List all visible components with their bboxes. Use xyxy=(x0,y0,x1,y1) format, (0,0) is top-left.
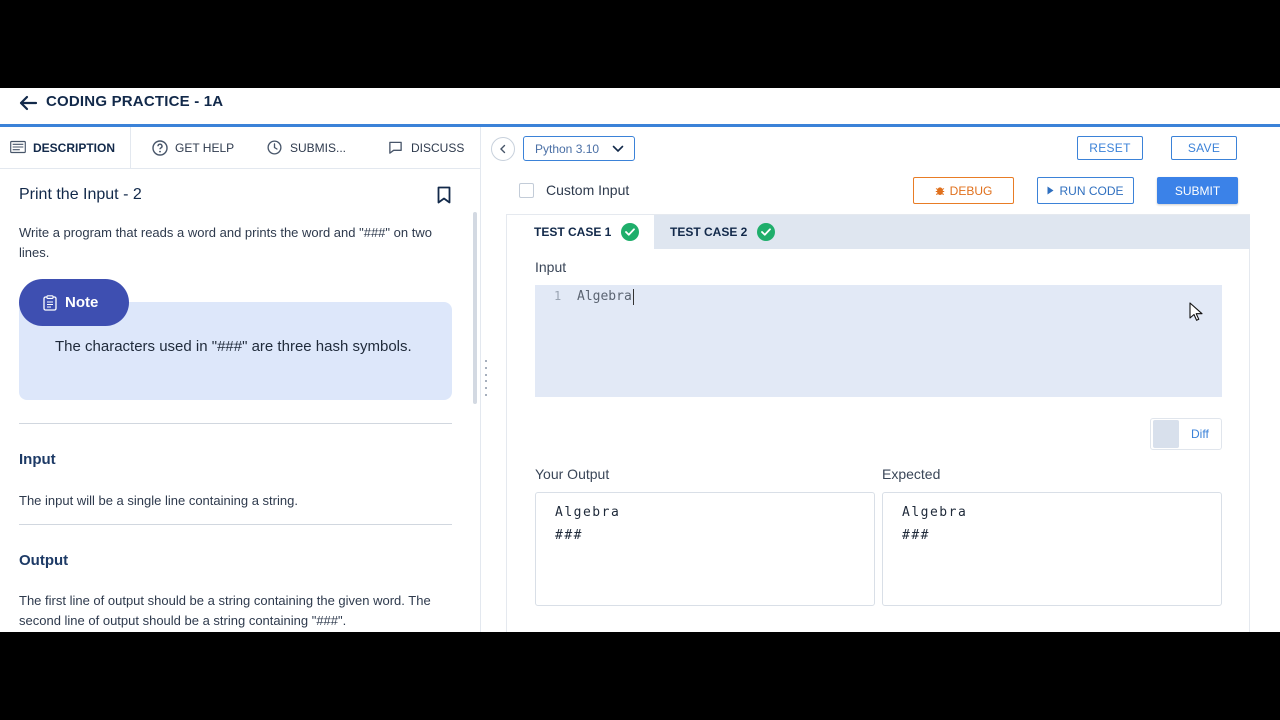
test-input-value[interactable]: Algebra xyxy=(577,289,634,305)
language-value: Python 3.10 xyxy=(535,141,600,156)
check-circle-icon xyxy=(621,223,640,241)
tab-discuss-label: DISCUSS xyxy=(411,141,465,155)
your-output-label: Your Output xyxy=(535,466,610,482)
chevron-down-icon xyxy=(612,145,624,153)
expected-output-box: Algebra ### xyxy=(882,492,1222,606)
language-select[interactable]: Python 3.10 xyxy=(523,136,635,161)
test-case-2-label: TEST CASE 2 xyxy=(670,225,748,239)
test-case-panel: TEST CASE 1 TEST CASE 2 Input 1 Algebra … xyxy=(506,214,1250,632)
diff-switch[interactable] xyxy=(1153,420,1179,448)
note-badge: Note xyxy=(19,279,129,326)
diff-toggle[interactable]: Diff xyxy=(1150,418,1222,450)
input-description: The input will be a single line containi… xyxy=(19,493,298,508)
coding-practice-app: CODING PRACTICE - 1A DESCRIPTION GET HEL… xyxy=(0,88,1280,632)
description-content: Print the Input - 2 Write a program that… xyxy=(0,170,470,632)
section-divider xyxy=(19,423,452,424)
bug-icon xyxy=(935,185,945,196)
check-circle-icon xyxy=(757,223,776,241)
tab-separator xyxy=(130,127,131,169)
question-description: Write a program that reads a word and pr… xyxy=(19,225,432,260)
tab-discuss[interactable]: DISCUSS xyxy=(388,127,464,169)
tab-get-help-label: GET HELP xyxy=(175,141,235,155)
back-arrow-icon[interactable] xyxy=(18,94,38,112)
clock-icon xyxy=(267,140,283,156)
mouse-cursor-icon xyxy=(1189,302,1203,321)
chat-icon xyxy=(388,140,404,156)
top-bar: CODING PRACTICE - 1A xyxy=(0,88,1280,124)
collapse-panel-button[interactable] xyxy=(491,137,515,161)
tab-description-label: DESCRIPTION xyxy=(33,141,116,155)
clipboard-icon xyxy=(43,294,57,311)
panel-resize-handle[interactable] xyxy=(484,360,488,396)
test-case-tabs: TEST CASE 1 TEST CASE 2 xyxy=(507,215,1250,249)
tab-submissions-label: SUBMIS... xyxy=(290,141,347,155)
tab-submissions[interactable]: SUBMIS... xyxy=(267,127,346,169)
submit-button[interactable]: SUBMIT xyxy=(1157,177,1238,204)
panel-tabs: DESCRIPTION GET HELP SUBMIS... DISCUSS xyxy=(0,127,480,169)
description-scrollbar[interactable] xyxy=(473,212,477,404)
question-title: Print the Input - 2 xyxy=(19,186,142,203)
note-label: Note xyxy=(65,294,99,311)
test-input-editor[interactable]: 1 Algebra xyxy=(535,285,1222,397)
custom-input-checkbox[interactable] xyxy=(519,182,534,198)
your-output-box: Algebra ### xyxy=(535,492,875,606)
description-icon xyxy=(10,140,26,156)
output-description: The first line of output should be a str… xyxy=(19,593,431,628)
chevron-left-icon xyxy=(499,144,507,154)
description-panel: DESCRIPTION GET HELP SUBMIS... DISCUSS P… xyxy=(0,127,481,632)
test-input-label: Input xyxy=(535,259,567,275)
diff-label: Diff xyxy=(1191,427,1209,441)
run-code-button[interactable]: RUN CODE xyxy=(1037,177,1134,204)
expected-output-label: Expected xyxy=(882,466,941,482)
line-number: 1 xyxy=(554,289,562,303)
test-case-1-label: TEST CASE 1 xyxy=(534,225,612,239)
tab-get-help[interactable]: GET HELP xyxy=(152,127,234,169)
tab-description[interactable]: DESCRIPTION xyxy=(10,127,115,169)
section-divider xyxy=(19,524,452,525)
tab-test-case-1[interactable]: TEST CASE 1 xyxy=(507,215,654,249)
run-code-label: RUN CODE xyxy=(1059,183,1124,198)
debug-button[interactable]: DEBUG xyxy=(913,177,1014,204)
page-title: CODING PRACTICE - 1A xyxy=(46,93,224,110)
custom-input-label: Custom Input xyxy=(546,182,630,198)
debug-label: DEBUG xyxy=(949,183,993,198)
note-text: The characters used in "###" are three h… xyxy=(55,338,412,355)
your-output-text: Algebra ### xyxy=(555,505,621,543)
reset-button[interactable]: RESET xyxy=(1077,136,1143,160)
help-icon xyxy=(152,140,168,156)
tab-test-case-2[interactable]: TEST CASE 2 xyxy=(670,215,776,249)
bookmark-icon[interactable] xyxy=(437,186,453,204)
save-button[interactable]: SAVE xyxy=(1171,136,1237,160)
expected-output-text: Algebra ### xyxy=(902,505,968,543)
input-heading: Input xyxy=(19,451,56,468)
play-icon xyxy=(1047,186,1054,195)
custom-input-toggle[interactable]: Custom Input xyxy=(519,182,629,198)
output-heading: Output xyxy=(19,552,69,569)
